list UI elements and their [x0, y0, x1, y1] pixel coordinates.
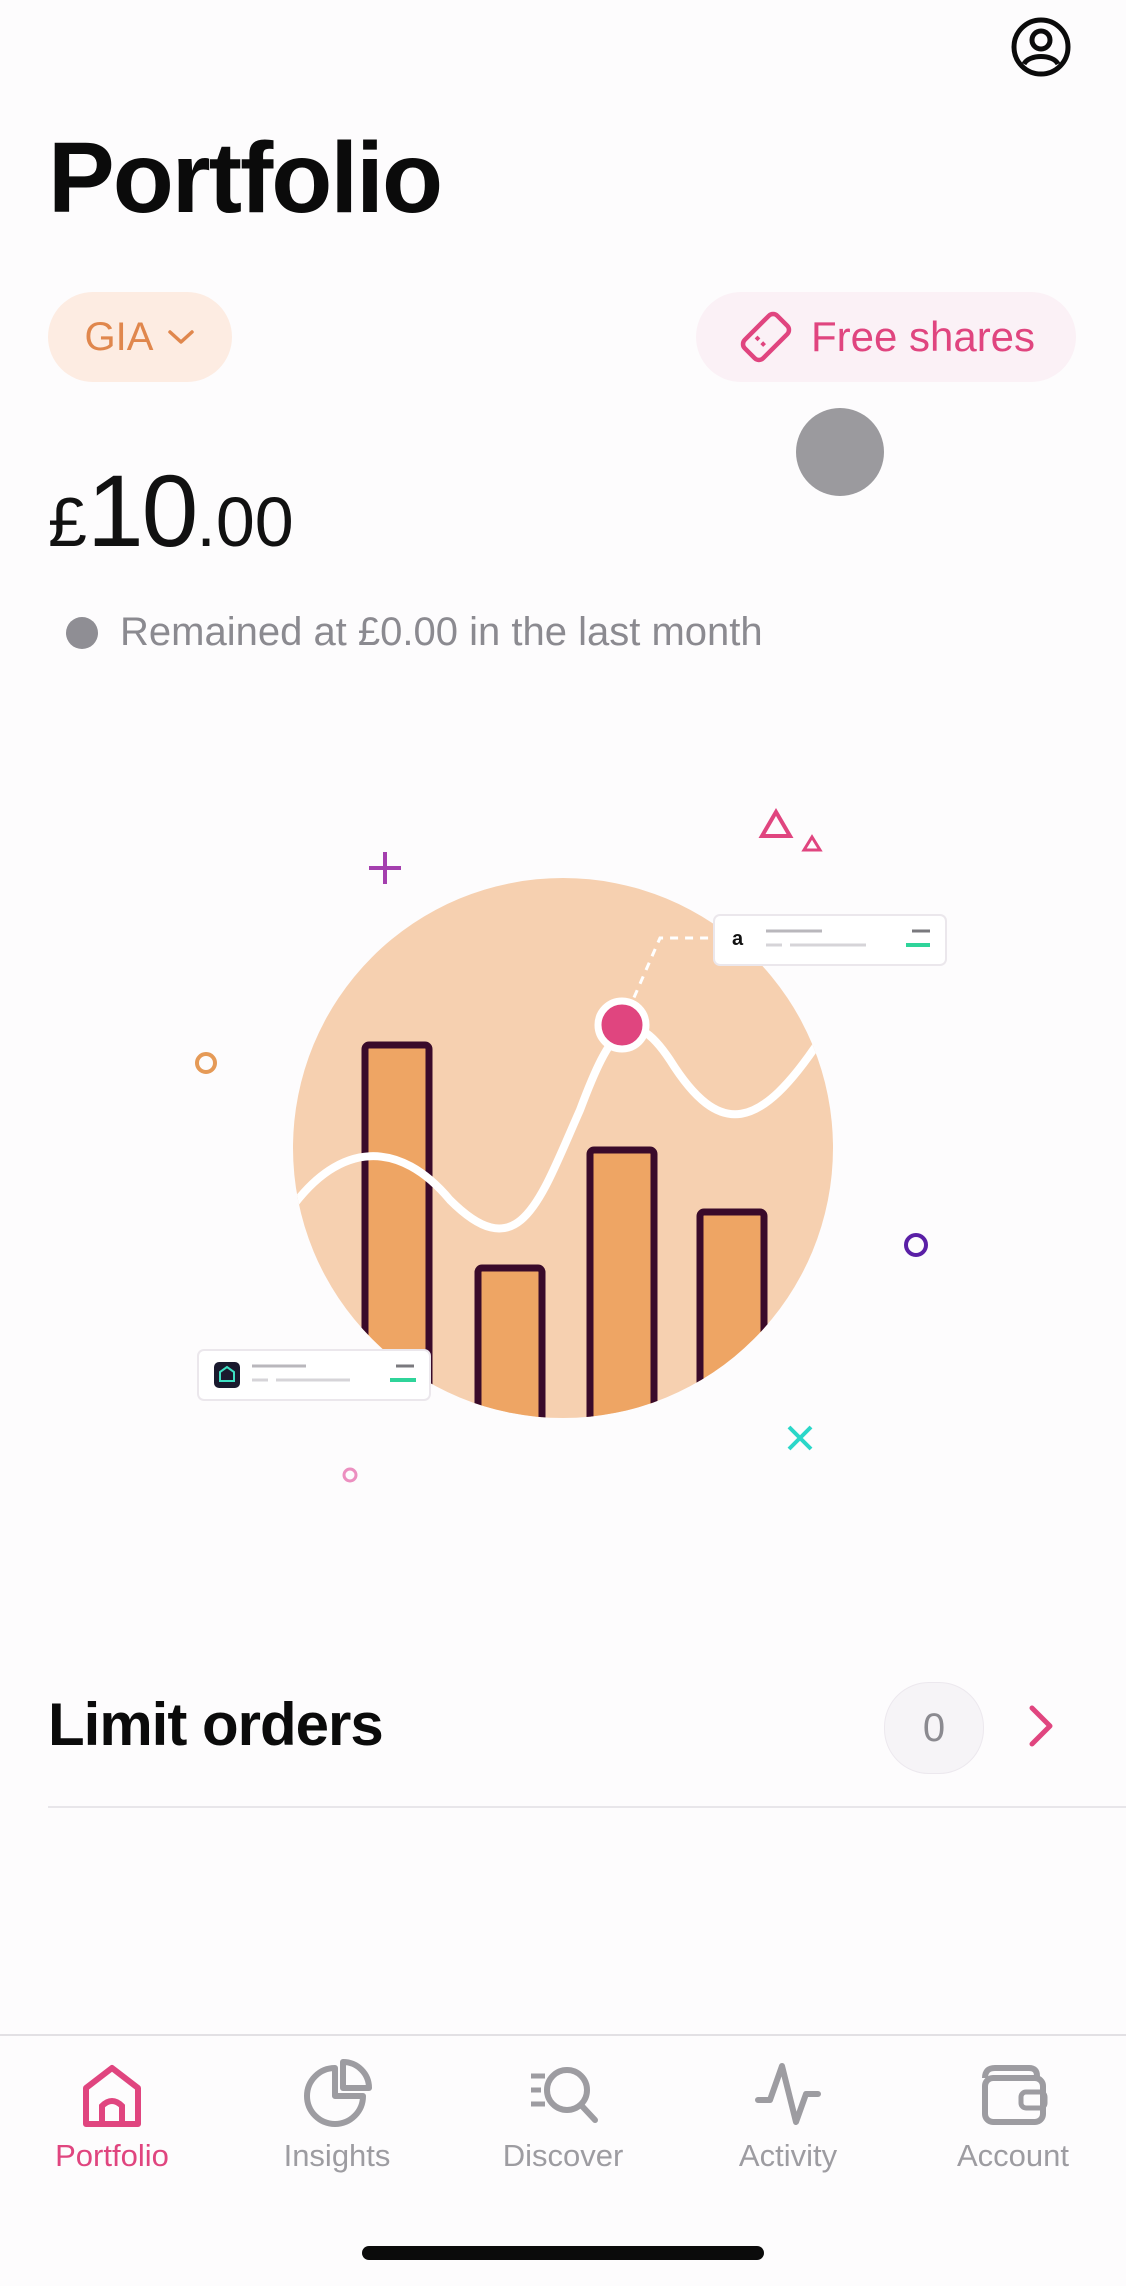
pie-chart-icon	[304, 2059, 372, 2127]
tab-activity[interactable]: Activity	[688, 2058, 888, 2174]
illustration-bar	[361, 1041, 433, 1418]
touch-indicator	[796, 408, 884, 496]
chevron-right-icon	[1029, 1705, 1053, 1747]
tab-discover-label: Discover	[502, 2138, 624, 2173]
balance-change-text: Remained at £0.00 in the last month	[120, 610, 763, 654]
balance-currency: £	[48, 483, 87, 561]
tab-portfolio-label: Portfolio	[55, 2138, 169, 2173]
search-list-icon	[531, 2067, 598, 2123]
pulse-icon	[755, 2063, 821, 2125]
illustration-card-top: a	[713, 914, 947, 966]
profile-icon[interactable]	[1010, 16, 1072, 78]
balance-decimal: .00	[196, 483, 294, 561]
divider	[48, 1806, 1126, 1808]
account-type-label: GIA	[84, 314, 154, 359]
portfolio-illustration: a	[195, 808, 947, 1483]
ticket-icon	[740, 311, 792, 363]
portfolio-balance: £10.00	[48, 460, 294, 562]
page-title: Portfolio	[48, 122, 443, 234]
card-logo-letter: a	[732, 928, 744, 950]
illustration-card-bottom	[197, 1349, 431, 1401]
limit-orders-row[interactable]: Limit orders 0	[48, 1660, 1126, 1790]
home-icon	[83, 2065, 141, 2127]
limit-orders-title: Limit orders	[48, 1691, 384, 1758]
account-type-selector[interactable]: GIA	[48, 292, 232, 382]
change-status-dot	[66, 616, 98, 649]
tab-insights[interactable]: Insights	[237, 2058, 437, 2174]
tab-activity-label: Activity	[738, 2138, 838, 2173]
illustration-bar	[696, 1208, 768, 1418]
chevron-down-icon	[168, 330, 195, 344]
tab-discover[interactable]: Discover	[463, 2058, 663, 2174]
tab-account-label: Account	[956, 2138, 1069, 2173]
balance-whole: 10	[86, 454, 198, 568]
wallet-icon	[982, 2065, 1048, 2125]
balance-change: Remained at £0.00 in the last month	[66, 610, 763, 655]
free-shares-label: Free shares	[810, 313, 1036, 360]
tab-portfolio[interactable]: Portfolio	[12, 2058, 212, 2174]
home-indicator	[362, 2246, 764, 2260]
tab-account[interactable]: Account	[913, 2058, 1113, 2174]
illustration-bar	[586, 1146, 658, 1418]
illustration-highlight-point	[594, 997, 650, 1053]
limit-orders-count: 0	[884, 1682, 984, 1774]
tab-insights-label: Insights	[283, 2138, 391, 2173]
illustration-bar	[474, 1264, 546, 1418]
free-shares-button[interactable]: Free shares	[696, 292, 1076, 382]
